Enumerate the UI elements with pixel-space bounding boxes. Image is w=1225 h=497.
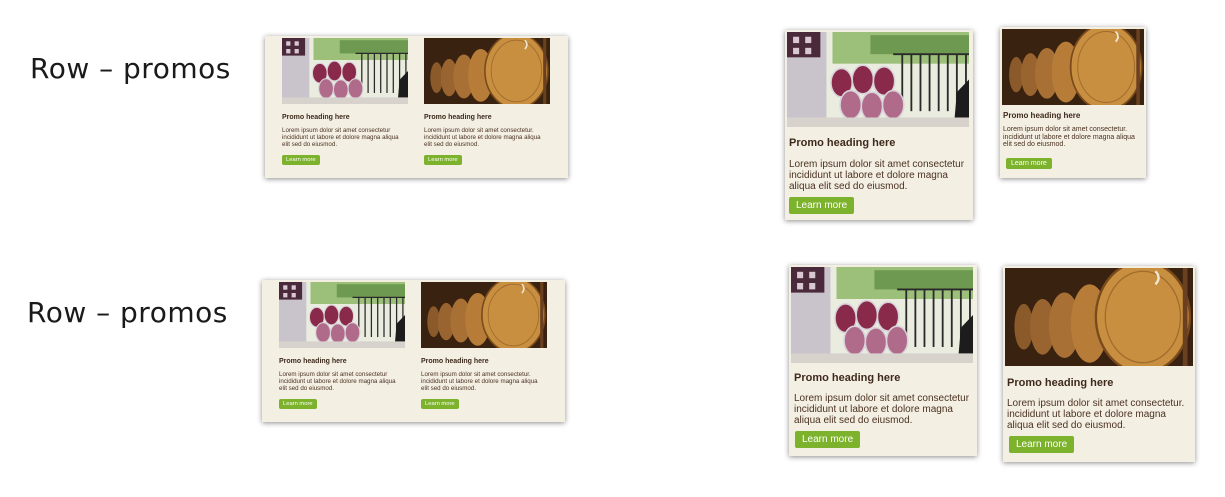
- promo-card-barrels: Promo heading here Lorem ipsum dolor sit…: [424, 38, 550, 174]
- learn-more-button[interactable]: Learn more: [424, 155, 462, 165]
- promo-card-barrels: Promo heading here Lorem ipsum dolor sit…: [1002, 29, 1144, 176]
- promo-heading: Promo heading here: [279, 358, 347, 365]
- promo-body: Lorem ipsum dolor sit amet consectetur i…: [794, 393, 970, 426]
- wine-glasses-image: [279, 282, 405, 348]
- promo-panel-row2-wide: Promo heading here Lorem ipsum dolor sit…: [262, 280, 565, 422]
- wine-barrels-image: [1002, 29, 1144, 105]
- promo-body: Lorem ipsum dolor sit amet consectetur i…: [279, 371, 396, 392]
- promo-panel-row1-wide: Promo heading here Lorem ipsum dolor sit…: [265, 36, 568, 178]
- wine-glasses-image: [282, 38, 408, 104]
- promo-card-glasses: Promo heading here Lorem ipsum dolor sit…: [791, 267, 973, 454]
- promo-heading: Promo heading here: [794, 372, 901, 384]
- promo-heading: Promo heading here: [1003, 111, 1081, 120]
- promo-card-glasses: Promo heading here Lorem ipsum dolor sit…: [282, 38, 408, 174]
- promo-body: Lorem ipsum dolor sit amet consectetur. …: [424, 127, 541, 148]
- row-label-bottom: Row – promos: [27, 296, 228, 329]
- wine-glasses-image: [791, 267, 973, 363]
- promo-panel-row1-large: Promo heading here Lorem ipsum dolor sit…: [785, 30, 973, 220]
- promo-panel-row1-small: Promo heading here Lorem ipsum dolor sit…: [1000, 27, 1146, 178]
- wine-barrels-image: [424, 38, 550, 104]
- promo-body: Lorem ipsum dolor sit amet consectetur i…: [282, 127, 399, 148]
- promo-heading: Promo heading here: [1007, 377, 1114, 389]
- promo-body: Lorem ipsum dolor sit amet consectetur. …: [1007, 398, 1185, 431]
- learn-more-button[interactable]: Learn more: [421, 399, 459, 409]
- promo-card-barrels: Promo heading here Lorem ipsum dolor sit…: [1005, 268, 1193, 460]
- row-label-top: Row – promos: [30, 52, 231, 85]
- promo-heading: Promo heading here: [421, 358, 489, 365]
- learn-more-button[interactable]: Learn more: [789, 197, 855, 214]
- learn-more-button[interactable]: Learn more: [279, 399, 317, 409]
- promo-card-glasses: Promo heading here Lorem ipsum dolor sit…: [787, 32, 969, 218]
- promo-body: Lorem ipsum dolor sit amet consectetur i…: [789, 159, 965, 192]
- promo-card-barrels: Promo heading here Lorem ipsum dolor sit…: [421, 282, 547, 418]
- wine-glasses-image: [787, 32, 969, 127]
- learn-more-button[interactable]: Learn more: [282, 155, 320, 165]
- learn-more-button[interactable]: Learn more: [795, 431, 861, 448]
- promo-heading: Promo heading here: [282, 114, 350, 121]
- learn-more-button[interactable]: Learn more: [1006, 158, 1052, 169]
- wine-barrels-image: [1005, 268, 1193, 366]
- promo-heading: Promo heading here: [424, 114, 492, 121]
- promo-panel-row2-right: Promo heading here Lorem ipsum dolor sit…: [1003, 266, 1195, 462]
- promo-body: Lorem ipsum dolor sit amet consectetur. …: [421, 371, 538, 392]
- promo-panel-row2-left: Promo heading here Lorem ipsum dolor sit…: [789, 265, 977, 456]
- promo-card-glasses: Promo heading here Lorem ipsum dolor sit…: [279, 282, 405, 418]
- learn-more-button[interactable]: Learn more: [1009, 436, 1075, 453]
- promo-heading: Promo heading here: [789, 137, 896, 149]
- promo-body: Lorem ipsum dolor sit amet consectetur. …: [1003, 126, 1135, 149]
- wine-barrels-image: [421, 282, 547, 348]
